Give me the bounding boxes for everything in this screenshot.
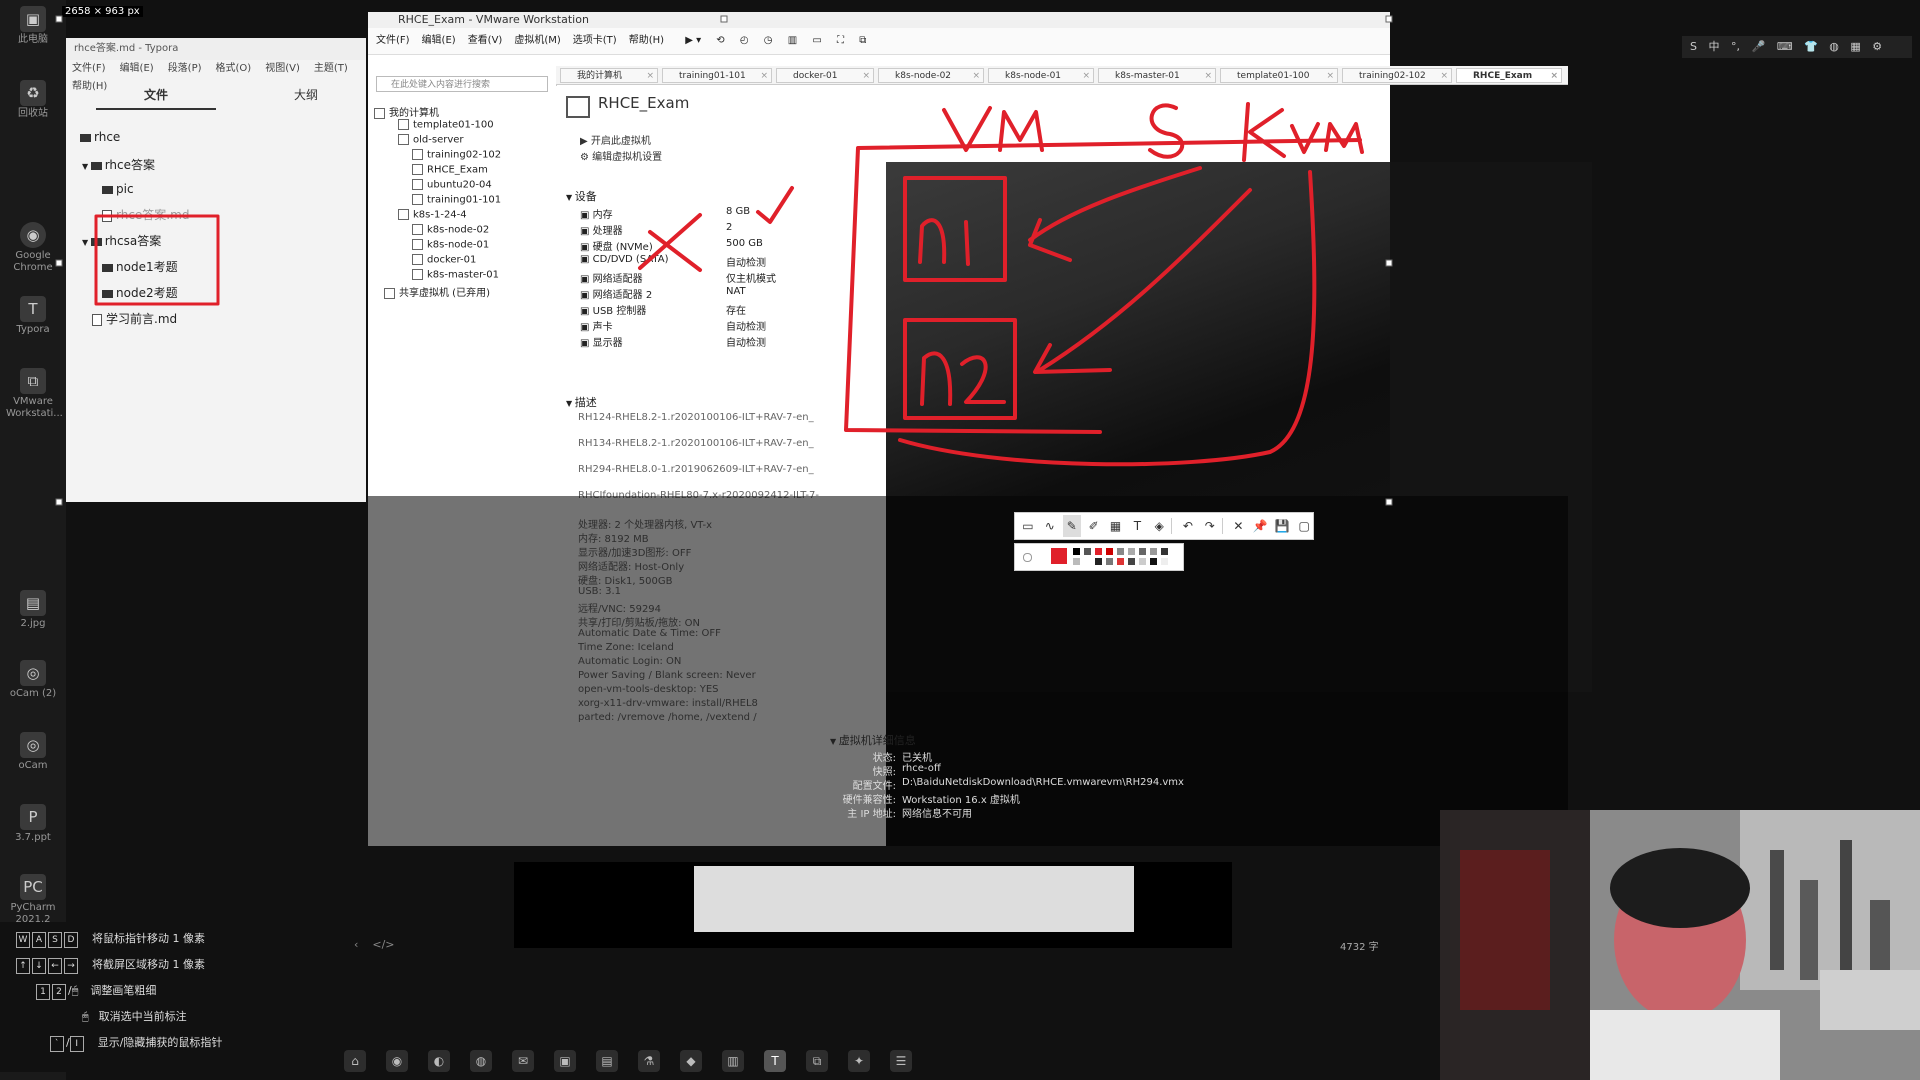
hint-cursor: ` / I 显示/隐藏捕获的鼠标指针	[50, 1032, 222, 1054]
sogou-icon[interactable]: S	[1690, 40, 1697, 53]
word-count: 4732 字	[1340, 942, 1379, 953]
taskbar: ⌂ ◉ ◐ ◍ ✉ ▣ ▤ ⚗ ◆ ▥ T ⧉ ✦ ☰	[334, 1044, 934, 1080]
color-swatch[interactable]	[1073, 548, 1080, 555]
gamepad-icon[interactable]: ◍	[1829, 40, 1839, 53]
key-placeholder: I	[69, 1036, 84, 1052]
gear-icon[interactable]: ⚙	[1872, 40, 1882, 53]
redo-icon[interactable]: ↷	[1201, 515, 1219, 537]
app-icon[interactable]: ◐	[428, 1050, 450, 1072]
app-icon[interactable]: ◍	[470, 1050, 492, 1072]
color-swatch[interactable]	[1084, 548, 1091, 555]
app-icon[interactable]: ☰	[890, 1050, 912, 1072]
app-icon[interactable]: ▣	[554, 1050, 576, 1072]
rect-tool-icon[interactable]: ▭	[1019, 515, 1037, 537]
input-mode-icon[interactable]: 中	[1708, 40, 1719, 53]
color-swatch[interactable]	[1106, 548, 1113, 555]
save-icon[interactable]: 💾	[1273, 515, 1291, 537]
color-swatch[interactable]	[1117, 548, 1124, 555]
check-mark	[756, 186, 794, 224]
app-icon[interactable]: ▥	[722, 1050, 744, 1072]
hint-wasd: W A S D 将鼠标指针移动 1 像素	[16, 928, 205, 950]
wechat-icon[interactable]: ✉	[512, 1050, 534, 1072]
keyboard-icon[interactable]: ⌨	[1777, 40, 1793, 53]
color-swatch[interactable]	[1150, 548, 1157, 555]
webcam-overlay	[1440, 810, 1920, 1080]
handwriting-ampersand	[1148, 103, 1185, 159]
color-swatch[interactable]	[1161, 548, 1168, 555]
vmware-taskbar-icon[interactable]: ⧉	[806, 1050, 828, 1072]
handwriting-n1	[918, 218, 970, 266]
arrow-to-n1	[1028, 166, 1202, 262]
color-palette	[1014, 543, 1184, 571]
cross-mark	[638, 213, 702, 272]
document-page-thumbnail	[694, 866, 1134, 932]
handwriting-n2	[920, 351, 1006, 406]
handwriting-kvm	[1242, 102, 1364, 162]
selection-handles	[55, 15, 1393, 506]
color-swatch[interactable]	[1106, 558, 1113, 565]
app-icon[interactable]: ⚗	[638, 1050, 660, 1072]
app-icon[interactable]: ◉	[386, 1050, 408, 1072]
app-icon[interactable]: ✦	[848, 1050, 870, 1072]
keyboard-hints-panel: W A S D 将鼠标指针移动 1 像素 ↑ ↓ ← → 将截屏区域移动 1 像素 1 2/🖱 调整…	[0, 922, 254, 1072]
pen-tool-icon[interactable]: ✎	[1062, 515, 1081, 537]
color-swatch[interactable]	[1161, 558, 1168, 565]
typora-taskbar-icon[interactable]: T	[764, 1050, 786, 1072]
color-swatch[interactable]	[1084, 558, 1091, 565]
undo-icon[interactable]: ↶	[1179, 515, 1197, 537]
close-icon[interactable]: ✕	[1230, 515, 1248, 537]
copy-icon[interactable]: ▢	[1295, 515, 1313, 537]
annotation-toolbar: ▭ ∿ ✎ ✐ ▦ T ◈ ↶ ↷ ✕ 📌 💾 ▢	[1014, 512, 1314, 540]
eraser-tool-icon[interactable]: ◈	[1150, 515, 1168, 537]
hint-pen-size: 1 2/🖱 调整画笔粗细	[36, 980, 156, 1002]
webcam-image	[1440, 810, 1920, 1080]
line-tool-icon[interactable]: ∿	[1041, 515, 1059, 537]
pin-icon[interactable]: 📌	[1251, 515, 1269, 537]
color-swatch[interactable]	[1095, 548, 1102, 555]
marker-tool-icon[interactable]: ✐	[1085, 515, 1103, 537]
mic-icon[interactable]: 🎤	[1751, 40, 1765, 53]
app-icon[interactable]: ◆	[680, 1050, 702, 1072]
punctuation-icon[interactable]: °,	[1731, 40, 1740, 53]
color-swatch[interactable]	[1150, 558, 1157, 565]
color-swatch[interactable]	[1139, 548, 1146, 555]
grid-icon[interactable]: ▦	[1850, 40, 1860, 53]
start-icon[interactable]: ⌂	[344, 1050, 366, 1072]
pen-size-option[interactable]	[1023, 553, 1032, 562]
color-swatch[interactable]	[1117, 558, 1124, 565]
color-swatch[interactable]	[1128, 548, 1135, 555]
mouse-icon: 🖱	[82, 1010, 89, 1023]
color-swatch[interactable]	[1095, 558, 1102, 565]
color-swatch[interactable]	[1073, 558, 1080, 565]
app-icon[interactable]: ▤	[596, 1050, 618, 1072]
source-toggle-icon[interactable]: ‹ </>	[354, 938, 395, 951]
text-tool-icon[interactable]: T	[1128, 515, 1146, 537]
hint-deselect: 🖱 取消选中当前标注	[82, 1010, 187, 1023]
system-tray: S 中 °, 🎤 ⌨ 👕 ◍ ▦ ⚙	[1682, 36, 1912, 58]
mosaic-tool-icon[interactable]: ▦	[1107, 515, 1125, 537]
color-swatch[interactable]	[1139, 558, 1146, 565]
shirt-icon[interactable]: 👕	[1804, 40, 1818, 53]
selected-color-swatch[interactable]	[1051, 548, 1067, 564]
mouse-icon: 🖱	[71, 984, 79, 997]
color-swatch[interactable]	[1128, 558, 1135, 565]
n1-label: n1	[952, 217, 954, 219]
hint-arrows: ↑ ↓ ← → 将截屏区域移动 1 像素	[16, 954, 205, 976]
highlight-box-typora	[94, 214, 220, 306]
